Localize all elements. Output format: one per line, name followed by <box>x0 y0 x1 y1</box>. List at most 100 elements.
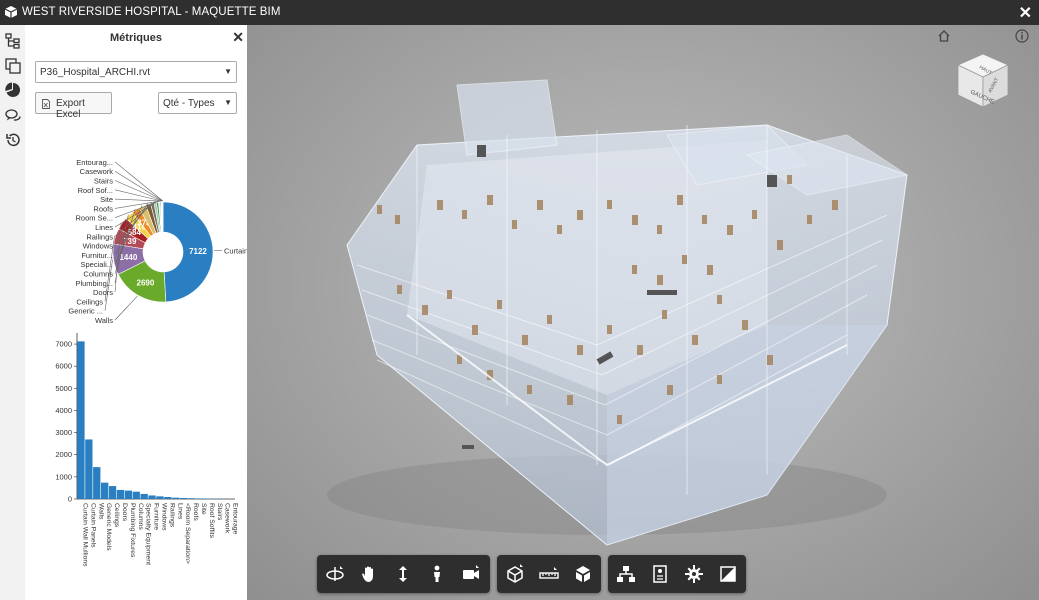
bar[interactable] <box>164 497 172 499</box>
y-tick-label: 4000 <box>55 406 72 415</box>
model-select-value: P36_Hospital_ARCHI.rvt <box>40 67 151 78</box>
x-tick-label: Stairs <box>216 503 223 521</box>
section-box-icon[interactable] <box>505 564 525 584</box>
close-window-button[interactable]: ✕ <box>1019 3 1032 23</box>
bar-chart: 0 1000 2000 3000 4000 5000 6000 7000 Curtain Wal… <box>55 333 239 567</box>
quantity-type-value: Qté - Types <box>163 98 215 109</box>
info-icon[interactable] <box>1015 29 1029 43</box>
camera-icon[interactable] <box>461 564 481 584</box>
pie-category-label: Speciali... <box>80 260 113 269</box>
pie-category-label: Room Se... <box>75 214 113 223</box>
chevron-down-icon: ▼ <box>224 98 232 107</box>
chevron-down-icon: ▼ <box>224 67 232 76</box>
bar[interactable] <box>85 439 93 499</box>
excel-file-icon <box>42 99 50 109</box>
panel-close-button[interactable]: ✕ <box>232 29 244 46</box>
bim-3d-viewport[interactable]: GAUCHE AVANT HAUT <box>247 25 1039 600</box>
pie-category-label: Curtain ... <box>224 247 247 256</box>
y-tick-label: 0 <box>68 495 72 504</box>
export-excel-label: Export Excel <box>56 98 85 120</box>
pie-category-label: Entourag... <box>76 158 113 167</box>
bar[interactable] <box>156 496 164 499</box>
metrics-panel: Métriques ✕ P36_Hospital_ARCHI.rvt ▼ Exp… <box>25 25 248 600</box>
x-tick-label: Site <box>200 503 207 515</box>
pie-category-label: Windows <box>83 242 114 251</box>
first-person-icon[interactable] <box>427 564 447 584</box>
pie-value-label: 1440 <box>119 253 137 262</box>
bar[interactable] <box>132 491 140 499</box>
x-tick-label: Curtain Wall Mullions <box>81 503 88 567</box>
side-toolstrip <box>0 25 26 600</box>
pie-category-label: Doors <box>93 288 113 297</box>
pie-category-label: Railings <box>86 232 113 241</box>
window-title: WEST RIVERSIDE HOSPITAL - MAQUETTE BIM <box>22 6 281 18</box>
pan-icon[interactable] <box>359 564 379 584</box>
x-tick-label: Windows <box>160 503 167 531</box>
x-tick-label: Entourage <box>232 503 239 535</box>
title-bar: WEST RIVERSIDE HOSPITAL - MAQUETTE BIM ✕ <box>0 0 1039 25</box>
x-tick-label: Railings <box>168 503 175 528</box>
properties-icon[interactable] <box>650 564 670 584</box>
pie-leader-line <box>114 295 138 321</box>
model-tools-toolbar <box>497 555 601 593</box>
measure-icon[interactable] <box>539 564 559 584</box>
x-tick-label: Ceilings <box>113 503 120 528</box>
history-icon[interactable] <box>5 132 21 148</box>
bar[interactable] <box>148 495 156 499</box>
bar[interactable] <box>172 497 180 499</box>
settings-icon[interactable] <box>684 564 704 584</box>
panel-title: Métriques <box>110 32 162 44</box>
y-tick-label: 2000 <box>55 450 72 459</box>
y-tick-label: 6000 <box>55 362 72 371</box>
x-tick-label: Roofs <box>192 503 199 521</box>
bar[interactable] <box>195 498 204 499</box>
pie-leader-line <box>114 161 164 202</box>
view-cube[interactable]: GAUCHE AVANT HAUT <box>953 51 1013 111</box>
bar[interactable] <box>116 489 125 499</box>
pie-category-label: Roofs <box>93 204 113 213</box>
pie-category-label: Generic ... <box>68 307 103 316</box>
pie-leader-line <box>114 180 163 202</box>
bar[interactable] <box>77 341 85 499</box>
bar[interactable] <box>93 467 101 499</box>
home-view-icon[interactable] <box>937 29 951 43</box>
quantity-type-select[interactable]: Qté - Types ▼ <box>158 92 237 114</box>
pie-category-label: Ceilings <box>76 297 103 306</box>
metrics-pie-icon[interactable] <box>5 82 21 98</box>
bar[interactable] <box>124 490 132 499</box>
layers-icon[interactable] <box>5 58 21 74</box>
navigation-toolbar <box>317 555 490 593</box>
bar[interactable] <box>187 498 196 499</box>
explode-icon[interactable] <box>573 564 593 584</box>
x-tick-label: Furniture <box>153 503 160 530</box>
pie-category-label: Casework <box>80 167 114 176</box>
bar[interactable] <box>108 486 117 499</box>
settings-toolbar <box>608 555 746 593</box>
pie-category-label: Lines <box>95 223 113 232</box>
x-tick-label: Walls <box>97 503 104 520</box>
x-tick-label: Columns <box>137 503 144 530</box>
model-select[interactable]: P36_Hospital_ARCHI.rvt ▼ <box>35 61 237 83</box>
pie-value-label: 2690 <box>137 278 155 287</box>
bar[interactable] <box>140 493 148 499</box>
pie-value-label: 7122 <box>189 247 207 256</box>
model-tree-icon[interactable] <box>616 564 636 584</box>
fullscreen-icon[interactable] <box>718 564 738 584</box>
pie-category-label: Site <box>100 195 113 204</box>
x-tick-label: Generic Models <box>105 503 112 551</box>
comments-icon[interactable] <box>5 108 21 124</box>
x-tick-label: Specialty Equipment <box>145 503 152 565</box>
bar[interactable] <box>180 498 188 499</box>
pie-category-label: Furnitur... <box>81 251 113 260</box>
zoom-icon[interactable] <box>393 564 413 584</box>
x-tick-label: <Room Separation> <box>184 503 191 564</box>
pie-category-label: Plumbing... <box>75 279 113 288</box>
pie-category-label: Stairs <box>94 177 113 186</box>
x-tick-label: Lines <box>176 503 183 520</box>
model-browser-icon[interactable] <box>5 33 21 49</box>
export-excel-button[interactable]: Export Excel <box>35 92 112 120</box>
y-tick-label: 1000 <box>55 472 72 481</box>
orbit-icon[interactable] <box>325 564 345 584</box>
bar[interactable] <box>101 482 109 499</box>
x-tick-label: Roof Soffits <box>208 503 215 539</box>
